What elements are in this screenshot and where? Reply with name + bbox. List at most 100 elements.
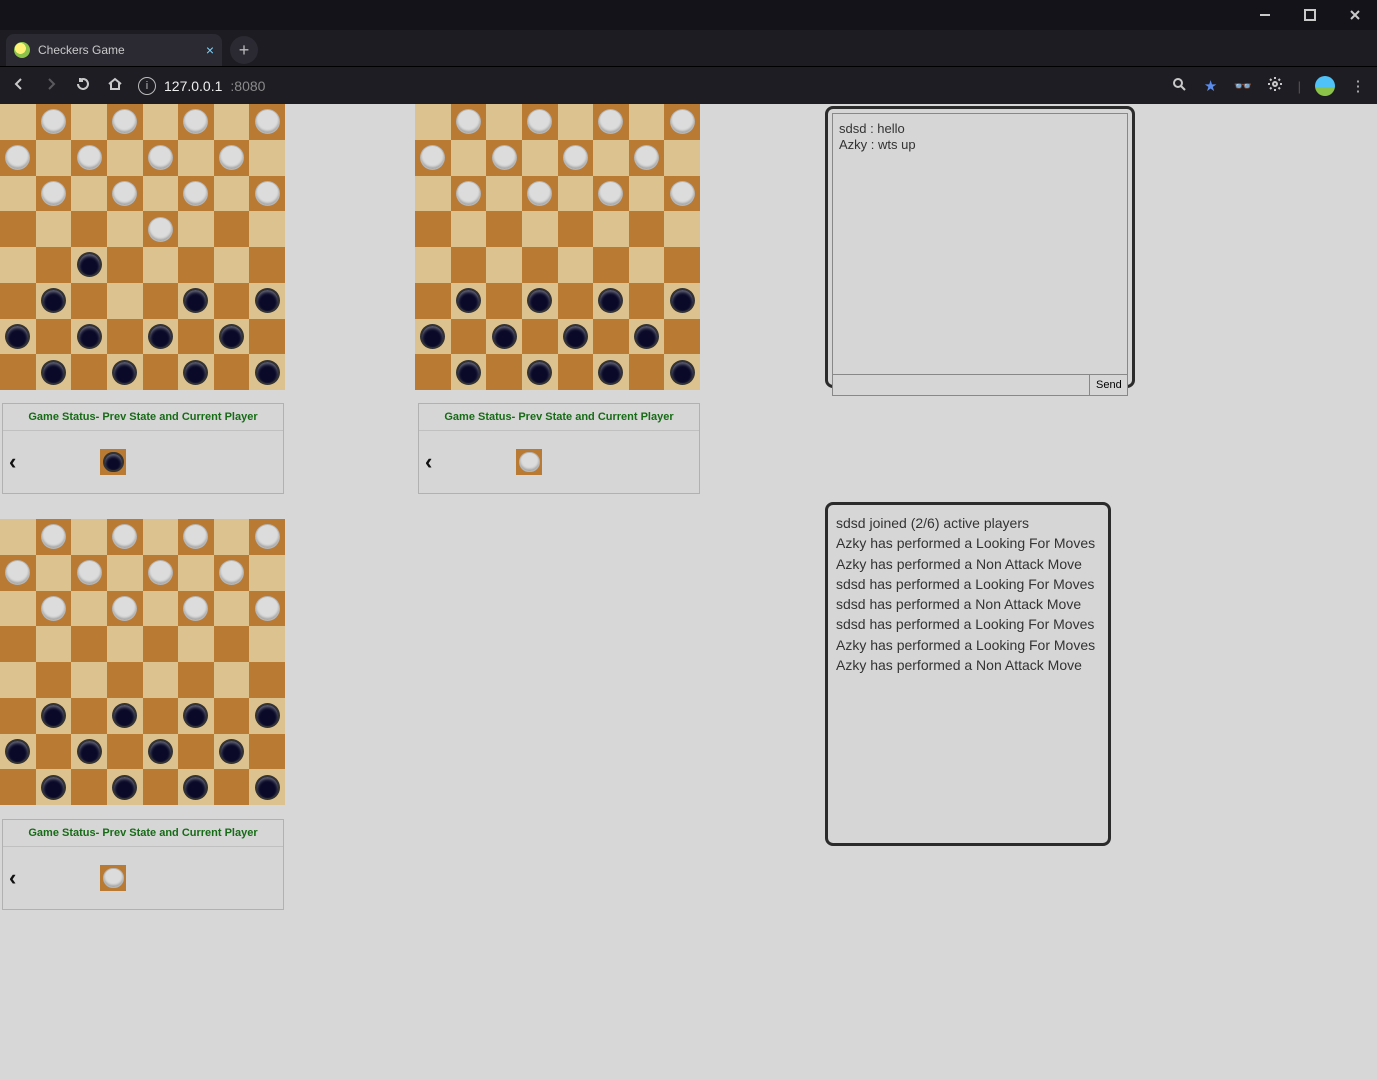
board-square[interactable] [36,769,72,805]
black-piece[interactable] [420,324,445,349]
white-piece[interactable] [41,109,66,134]
black-piece[interactable] [563,324,588,349]
board-square[interactable] [415,319,451,355]
white-piece[interactable] [420,145,445,170]
white-piece[interactable] [219,560,244,585]
board-square[interactable] [593,211,629,247]
board-square[interactable] [522,176,558,212]
white-piece[interactable] [112,181,137,206]
board-square[interactable] [451,211,487,247]
settings-gear-icon[interactable] [1266,76,1284,96]
board-square[interactable] [71,662,107,698]
board-square[interactable] [522,247,558,283]
board-square[interactable] [36,698,72,734]
board-square[interactable] [36,319,72,355]
board-square[interactable] [558,283,594,319]
board-square[interactable] [486,283,522,319]
board-square[interactable] [178,104,214,140]
black-piece[interactable] [41,360,66,385]
board-square[interactable] [0,734,36,770]
board-square[interactable] [0,591,36,627]
board-square[interactable] [249,354,285,390]
board-square[interactable] [36,662,72,698]
white-piece[interactable] [563,145,588,170]
board-square[interactable] [0,104,36,140]
board-square[interactable] [143,247,179,283]
window-close-button[interactable] [1332,0,1377,30]
black-piece[interactable] [77,252,102,277]
tab-close-icon[interactable]: × [206,43,214,57]
new-tab-button[interactable]: + [230,36,258,64]
black-piece[interactable] [41,775,66,800]
board-square[interactable] [214,698,250,734]
address-bar[interactable]: i 127.0.0.1:8080 [138,77,265,95]
board-square[interactable] [249,698,285,734]
board-square[interactable] [593,283,629,319]
board-square[interactable] [36,247,72,283]
board-square[interactable] [522,104,558,140]
board-square[interactable] [214,176,250,212]
board-square[interactable] [558,319,594,355]
black-piece[interactable] [148,739,173,764]
board-square[interactable] [664,176,700,212]
board-square[interactable] [0,769,36,805]
board-square[interactable] [36,176,72,212]
board-square[interactable] [71,140,107,176]
black-piece[interactable] [527,360,552,385]
board-square[interactable] [593,247,629,283]
white-piece[interactable] [148,145,173,170]
board-square[interactable] [593,354,629,390]
black-piece[interactable] [456,288,481,313]
board-square[interactable] [451,176,487,212]
board-square[interactable] [486,354,522,390]
chat-send-button[interactable]: Send [1089,375,1127,395]
black-piece[interactable] [5,324,30,349]
board-square[interactable] [249,769,285,805]
white-piece[interactable] [183,109,208,134]
board-square[interactable] [629,247,665,283]
board-square[interactable] [664,211,700,247]
board-square[interactable] [664,104,700,140]
board-square[interactable] [107,555,143,591]
black-piece[interactable] [77,739,102,764]
board-square[interactable] [143,519,179,555]
activity-log-list[interactable]: sdsd joined (2/6) active playersAzky has… [836,513,1100,835]
white-piece[interactable] [148,560,173,585]
board-square[interactable] [178,283,214,319]
board-square[interactable] [249,626,285,662]
board-square[interactable] [36,591,72,627]
board-square[interactable] [249,555,285,591]
board-square[interactable] [664,354,700,390]
board-square[interactable] [451,354,487,390]
board-square[interactable] [178,519,214,555]
board-square[interactable] [214,354,250,390]
board-square[interactable] [558,176,594,212]
board-square[interactable] [36,354,72,390]
board-square[interactable] [629,211,665,247]
white-piece[interactable] [183,596,208,621]
board-square[interactable] [178,176,214,212]
black-piece[interactable] [112,360,137,385]
board-square[interactable] [593,176,629,212]
white-piece[interactable] [456,181,481,206]
board-square[interactable] [107,698,143,734]
board-square[interactable] [629,354,665,390]
board-square[interactable] [107,769,143,805]
board-square[interactable] [214,769,250,805]
board-square[interactable] [558,354,594,390]
black-piece[interactable] [598,360,623,385]
board-square[interactable] [178,247,214,283]
black-piece[interactable] [219,739,244,764]
board-square[interactable] [214,662,250,698]
white-piece[interactable] [112,596,137,621]
board-square[interactable] [178,769,214,805]
white-piece[interactable] [219,145,244,170]
board-square[interactable] [664,247,700,283]
board-square[interactable] [107,591,143,627]
white-piece[interactable] [41,524,66,549]
black-piece[interactable] [670,288,695,313]
white-piece[interactable] [5,560,30,585]
nav-reload-icon[interactable] [74,76,92,96]
board-square[interactable] [214,211,250,247]
board-square[interactable] [0,283,36,319]
